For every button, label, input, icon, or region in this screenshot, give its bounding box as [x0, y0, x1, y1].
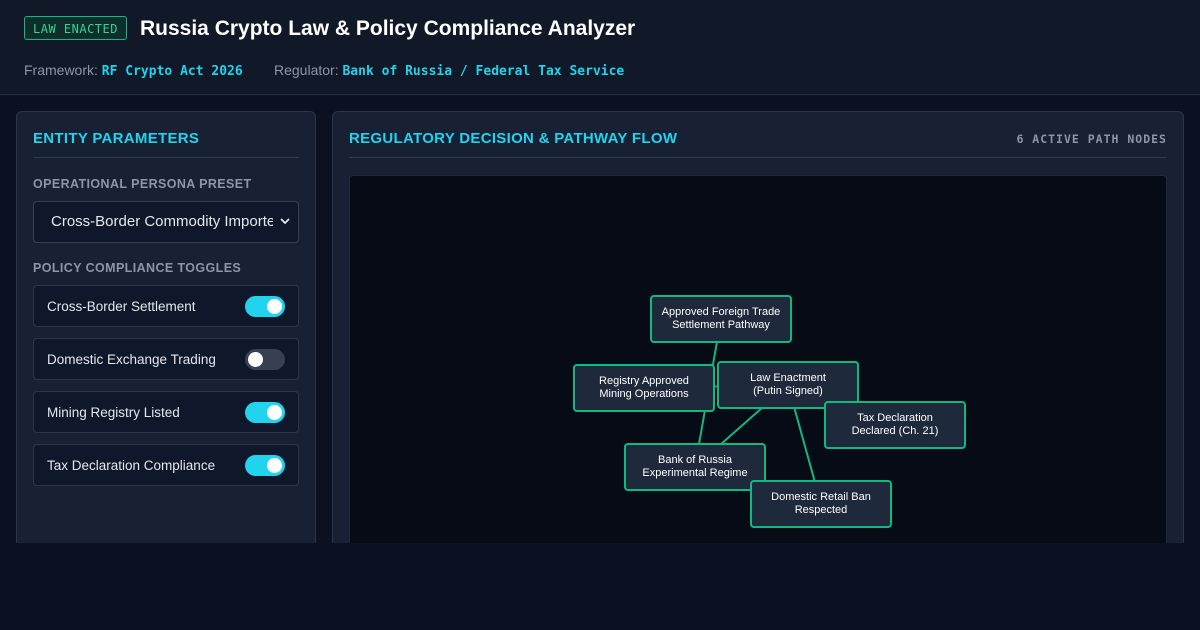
flow-node-domestic-retail-ban[interactable]: Domestic Retail Ban Respected [750, 480, 892, 528]
toggle-knob [248, 352, 263, 367]
toggle-label: Cross-Border Settlement [47, 299, 196, 314]
active-node-count: 6 ACTIVE PATH NODES [1016, 132, 1167, 146]
persona-section-label: OPERATIONAL PERSONA PRESET [33, 177, 252, 191]
toggle-switch[interactable] [245, 455, 285, 476]
toggle-switch[interactable] [245, 349, 285, 370]
panel-divider [33, 157, 299, 158]
flow-node-mining-operations[interactable]: Registry Approved Mining Operations [573, 364, 715, 412]
toggle-row-tax-declaration-compliance[interactable]: Tax Declaration Compliance [33, 444, 299, 486]
page-footer-area [0, 543, 1200, 630]
flow-panel-title: REGULATORY DECISION & PATHWAY FLOW [349, 130, 678, 147]
panel-divider [349, 157, 1167, 158]
flow-graph-canvas[interactable]: Approved Foreign Trade Settlement Pathwa… [349, 175, 1167, 555]
toggle-knob [267, 299, 282, 314]
framework-info: Framework: RF Crypto Act 2026 [24, 60, 243, 82]
toggle-switch[interactable] [245, 402, 285, 423]
persona-preset-select[interactable]: Cross-Border Commodity Importer [33, 201, 299, 243]
status-badge: LAW ENACTED [24, 16, 127, 40]
chevron-down-icon [280, 218, 290, 225]
toggle-switch[interactable] [245, 296, 285, 317]
regulator-info: Regulator: Bank of Russia / Federal Tax … [274, 60, 624, 82]
toggle-label: Tax Declaration Compliance [47, 458, 216, 473]
entity-parameters-panel: ENTITY PARAMETERS OPERATIONAL PERSONA PR… [16, 111, 316, 551]
toggle-row-domestic-exchange-trading[interactable]: Domestic Exchange Trading [33, 338, 299, 380]
toggle-label: Domestic Exchange Trading [47, 352, 216, 367]
flow-node-bank-of-russia[interactable]: Bank of Russia Experimental Regime [624, 443, 766, 491]
toggle-knob [267, 458, 282, 473]
flow-node-foreign-trade[interactable]: Approved Foreign Trade Settlement Pathwa… [650, 295, 792, 343]
framework-label: Framework: [24, 62, 98, 78]
toggle-row-cross-border-settlement[interactable]: Cross-Border Settlement [33, 285, 299, 327]
app-header: LAW ENACTED Russia Crypto Law & Policy C… [0, 0, 1200, 95]
persona-selected-value: Cross-Border Commodity Importer [51, 213, 273, 230]
flow-node-tax-declaration[interactable]: Tax Declaration Declared (Ch. 21) [824, 401, 966, 449]
toggle-row-mining-registry-listed[interactable]: Mining Registry Listed [33, 391, 299, 433]
pathway-flow-panel: REGULATORY DECISION & PATHWAY FLOW 6 ACT… [332, 111, 1184, 555]
toggles-section-label: POLICY COMPLIANCE TOGGLES [33, 261, 242, 275]
entity-panel-title: ENTITY PARAMETERS [33, 130, 200, 147]
page-title: Russia Crypto Law & Policy Compliance An… [140, 17, 636, 40]
framework-value: RF Crypto Act 2026 [101, 64, 243, 79]
toggle-knob [267, 405, 282, 420]
regulator-label: Regulator: [274, 62, 339, 78]
regulator-value: Bank of Russia / Federal Tax Service [342, 64, 625, 79]
toggle-label: Mining Registry Listed [47, 405, 180, 420]
